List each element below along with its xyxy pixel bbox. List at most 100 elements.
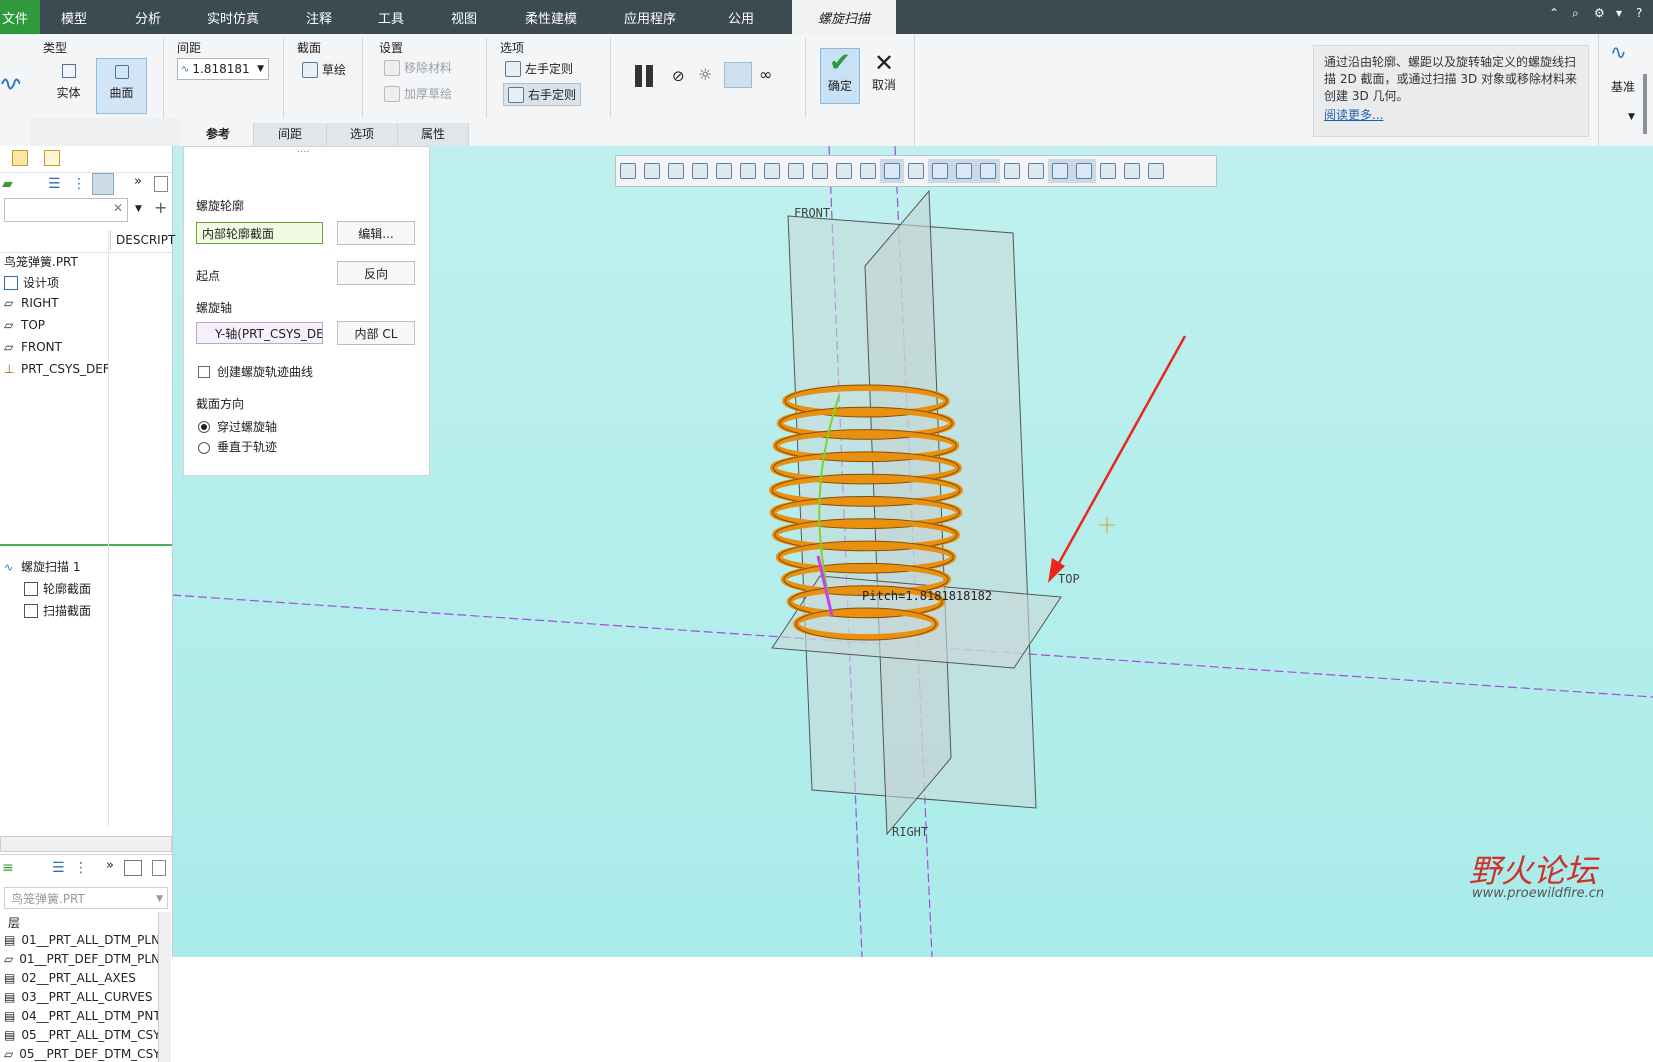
list-icon[interactable]: ☰ bbox=[48, 176, 61, 192]
surface-button[interactable]: 曲面 bbox=[96, 58, 147, 114]
layer-filter-icon[interactable]: ⋮ bbox=[74, 860, 88, 876]
search-dropdown-icon[interactable]: ▼ bbox=[135, 204, 142, 214]
menu-simulation[interactable]: 实时仿真 bbox=[207, 0, 259, 34]
layer-row[interactable]: ▱ 05__PRT_DEF_DTM_CSYS bbox=[4, 1047, 168, 1061]
verify-mode-icon[interactable] bbox=[724, 62, 752, 88]
collapse-ribbon-icon[interactable]: ⌃ bbox=[1549, 6, 1559, 20]
repaint-icon[interactable] bbox=[688, 159, 712, 183]
pitch-select[interactable]: ∿ 1.818181 ▼ bbox=[177, 58, 269, 80]
read-more-link[interactable]: 阅读更多... bbox=[1324, 107, 1578, 124]
no-preview-icon[interactable]: ⊘ bbox=[672, 67, 685, 85]
layers-icon[interactable] bbox=[1144, 159, 1168, 183]
saved-orientation-icon[interactable] bbox=[736, 159, 760, 183]
right-hand-button[interactable]: 右手定则 bbox=[503, 83, 582, 106]
layer-model-select[interactable]: 鸟笼弹簧.PRT ▼ bbox=[4, 887, 168, 909]
layer-settings-icon[interactable] bbox=[124, 860, 142, 876]
grip-icon[interactable]: ···· bbox=[297, 147, 310, 158]
menu-tools[interactable]: 工具 bbox=[378, 0, 404, 34]
layer-doc-icon[interactable] bbox=[152, 860, 166, 876]
menu-model[interactable]: 模型 bbox=[61, 0, 87, 34]
tree-item-front[interactable]: ▱ FRONT bbox=[4, 340, 62, 354]
tree-item-right[interactable]: ▱ RIGHT bbox=[4, 296, 59, 310]
horizontal-scrollbar[interactable] bbox=[0, 836, 172, 852]
menu-view[interactable]: 视图 bbox=[451, 0, 477, 34]
display-style-icon[interactable] bbox=[712, 159, 736, 183]
layer-list-icon[interactable]: ☰ bbox=[52, 860, 65, 876]
edit-button[interactable]: 编辑... bbox=[337, 221, 415, 245]
menu-apps[interactable]: 应用程序 bbox=[624, 0, 676, 34]
tree-item-sweep-section[interactable]: 扫描截面 bbox=[24, 602, 91, 619]
tab-helical-sweep[interactable]: 螺旋扫描 bbox=[792, 0, 896, 34]
column-descript[interactable]: DESCRIPT bbox=[116, 233, 175, 247]
menu-flexible[interactable]: 柔性建模 bbox=[525, 0, 577, 34]
tree-search-input[interactable]: ✕ bbox=[4, 198, 128, 222]
tab-properties[interactable]: 属性 bbox=[398, 123, 469, 146]
layer-row[interactable]: ▤ 04__PRT_ALL_DTM_PNT bbox=[4, 1009, 161, 1023]
shading-icon[interactable] bbox=[856, 159, 880, 183]
search-icon[interactable]: ⌕ bbox=[1572, 6, 1579, 21]
tab-references[interactable]: 参考 bbox=[183, 123, 254, 146]
layer-row[interactable]: ▤ 03__PRT_ALL_CURVES bbox=[4, 990, 152, 1004]
tree-item-top[interactable]: ▱ TOP bbox=[4, 318, 45, 332]
point-tag-icon[interactable] bbox=[1000, 159, 1024, 183]
zoom-out-icon[interactable] bbox=[664, 159, 688, 183]
settings-icon[interactable]: ⚙ bbox=[1594, 6, 1605, 20]
view-manager-icon[interactable] bbox=[760, 159, 784, 183]
menu-analysis[interactable]: 分析 bbox=[135, 0, 161, 34]
layer-row[interactable]: ▱ 01__PRT_DEF_DTM_PLN bbox=[4, 952, 160, 966]
layer-scrollbar[interactable] bbox=[158, 912, 171, 1062]
refit-icon[interactable] bbox=[616, 159, 640, 183]
profile-field[interactable]: 内部轮廓截面 bbox=[196, 222, 323, 244]
pause-small-icon[interactable] bbox=[1120, 159, 1144, 183]
axis-display-icon[interactable] bbox=[904, 159, 928, 183]
help-icon[interactable]: ? bbox=[1636, 6, 1642, 20]
dropdown-icon[interactable]: ▾ bbox=[1616, 6, 1622, 20]
thicken-sketch-button[interactable]: 加厚草绘 bbox=[384, 85, 452, 102]
dimension-icon[interactable] bbox=[1072, 159, 1096, 183]
tree-item-profile-section[interactable]: 轮廓截面 bbox=[24, 580, 91, 597]
add-icon[interactable]: + bbox=[154, 198, 167, 217]
folder-browser-icon[interactable] bbox=[44, 150, 60, 166]
internal-cl-button[interactable]: 内部 CL bbox=[337, 321, 415, 345]
sketch-button[interactable]: 草绘 bbox=[302, 61, 346, 78]
layer-row[interactable]: ▤ 02__PRT_ALL_AXES bbox=[4, 971, 136, 985]
tab-options[interactable]: 选项 bbox=[327, 123, 398, 146]
tree-root[interactable]: 鸟笼弹簧.PRT bbox=[4, 253, 78, 270]
tree-item-csys[interactable]: ⊥ PRT_CSYS_DEF bbox=[4, 362, 110, 376]
menu-common[interactable]: 公用 bbox=[728, 0, 754, 34]
solid-button[interactable]: 实体 bbox=[44, 60, 93, 112]
layer-more-icon[interactable]: » bbox=[106, 858, 114, 873]
filter-icon[interactable] bbox=[1048, 159, 1072, 183]
normal-trajectory-radio[interactable] bbox=[198, 442, 210, 454]
zoom-in-icon[interactable] bbox=[640, 159, 664, 183]
tree-item-helical-sweep[interactable]: ∿ 螺旋扫描 1 bbox=[4, 558, 80, 575]
preview-icon[interactable]: ☼ bbox=[698, 65, 712, 84]
pause-button[interactable] bbox=[633, 65, 657, 87]
csys-tag-icon[interactable] bbox=[1024, 159, 1048, 183]
layers-tab-icon[interactable]: ≡ bbox=[2, 860, 14, 876]
left-hand-button[interactable]: 左手定则 bbox=[505, 60, 573, 77]
spin-center-icon[interactable] bbox=[808, 159, 832, 183]
layer-row[interactable]: ▤ 05__PRT_ALL_DTM_CSYS bbox=[4, 1028, 168, 1042]
confirm-button[interactable]: ✔ 确定 bbox=[820, 48, 860, 104]
ribbon-scrollbar[interactable] bbox=[1643, 74, 1647, 134]
model-tree-tab-icon[interactable] bbox=[12, 150, 28, 166]
insert-indicator[interactable] bbox=[0, 544, 172, 546]
axis-field[interactable]: Y-轴(PRT_CSYS_DEF) bbox=[196, 322, 323, 344]
layer-row[interactable]: ▤ 01__PRT_ALL_DTM_PLN bbox=[4, 933, 160, 947]
annotation-display-icon[interactable] bbox=[832, 159, 856, 183]
reverse-button[interactable]: 反向 bbox=[337, 261, 415, 285]
remove-material-button[interactable]: 移除材料 bbox=[384, 59, 452, 76]
more-icon[interactable]: » bbox=[134, 174, 142, 189]
csys-display-icon[interactable] bbox=[952, 159, 976, 183]
datum-tag-icon[interactable] bbox=[976, 159, 1000, 183]
columns-icon[interactable] bbox=[92, 173, 114, 195]
datum-button[interactable]: 基准 bbox=[1611, 78, 1635, 95]
through-axis-radio[interactable] bbox=[198, 421, 210, 433]
create-curve-checkbox[interactable] bbox=[198, 366, 210, 378]
tree-filter-icon[interactable]: ⋮ bbox=[72, 176, 86, 192]
plane-display-icon[interactable] bbox=[880, 159, 904, 183]
tree-item-design[interactable]: 设计项 bbox=[4, 274, 59, 291]
point-display-icon[interactable] bbox=[928, 159, 952, 183]
datum-dropdown-icon[interactable]: ▼ bbox=[1628, 112, 1635, 122]
